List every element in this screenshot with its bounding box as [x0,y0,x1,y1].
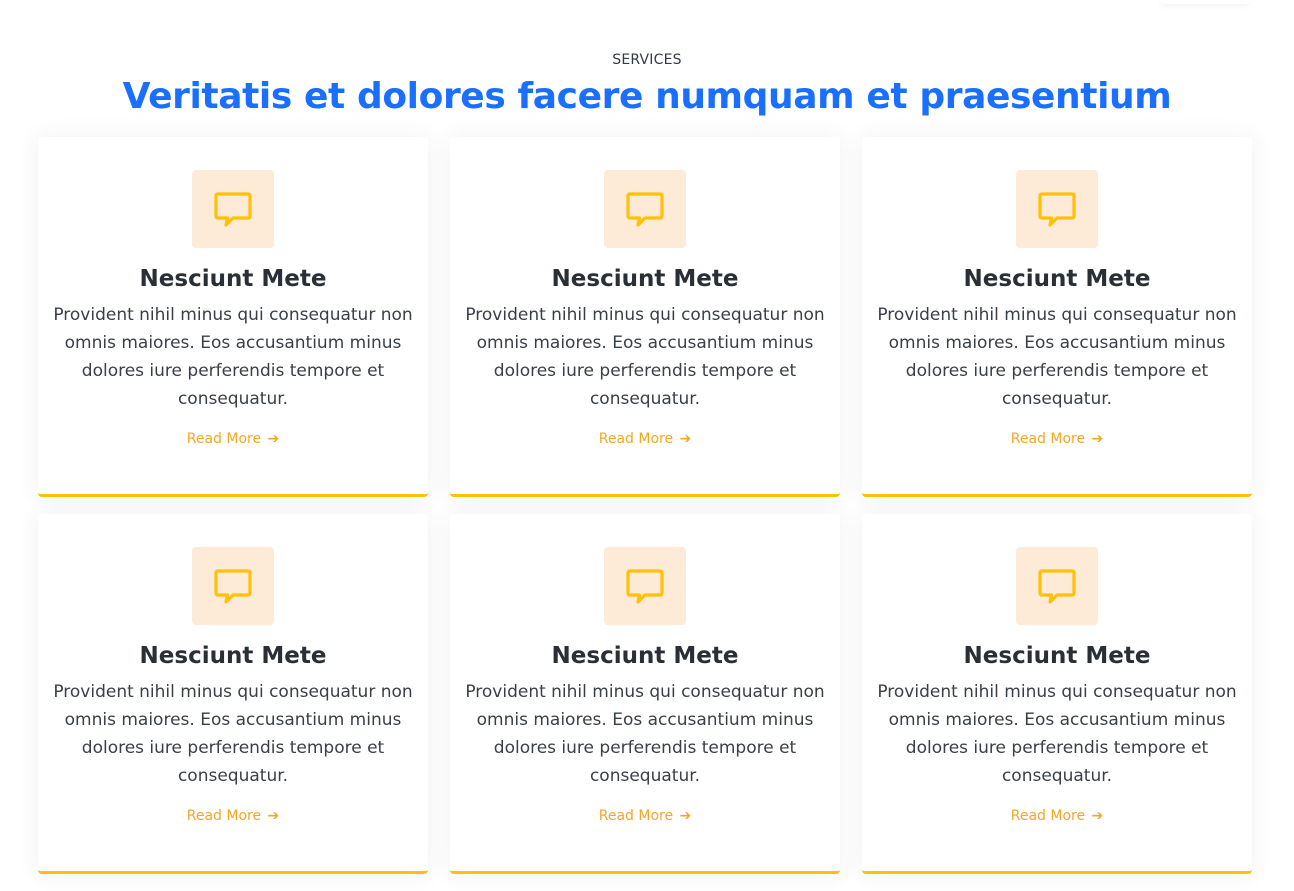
read-more-label: Read More [598,808,674,824]
service-icon-box [604,170,686,248]
service-card: Nesciunt Mete Provident nihil minus qui … [38,137,428,497]
service-title: Nesciunt Mete [139,266,327,292]
arrow-right-icon: ➔ [679,808,692,824]
service-icon-box [1016,547,1098,625]
service-card: Nesciunt Mete Provident nihil minus qui … [38,514,428,874]
service-description: Provident nihil minus qui consequatur no… [877,682,1237,786]
section-eyebrow: SERVICES [612,52,682,68]
read-more-label: Read More [1010,431,1086,447]
chat-bubble-icon [1038,569,1076,604]
service-card: Nesciunt Mete Provident nihil minus qui … [450,137,840,497]
service-icon-box [192,170,274,248]
service-description: Provident nihil minus qui consequatur no… [53,682,413,786]
read-more-link[interactable]: Read More ➔ [862,806,1252,826]
chat-bubble-icon [214,192,252,227]
service-description: Provident nihil minus qui consequatur no… [53,305,413,409]
service-title: Nesciunt Mete [551,266,739,292]
service-card: Nesciunt Mete Provident nihil minus qui … [862,137,1252,497]
read-more-label: Read More [1010,808,1086,824]
chat-bubble-icon [626,569,664,604]
section-header: SERVICES Veritatis et dolores facere num… [0,50,1294,119]
arrow-right-icon: ➔ [679,431,692,447]
arrow-right-icon: ➔ [1091,431,1104,447]
service-card: Nesciunt Mete Provident nihil minus qui … [862,514,1252,874]
read-more-link[interactable]: Read More ➔ [450,806,840,826]
read-more-label: Read More [186,808,262,824]
chat-bubble-icon [626,192,664,227]
chat-bubble-icon [214,569,252,604]
read-more-link[interactable]: Read More ➔ [862,429,1252,449]
service-title: Nesciunt Mete [551,643,739,669]
read-more-link[interactable]: Read More ➔ [38,429,428,449]
service-description: Provident nihil minus qui consequatur no… [465,305,825,409]
read-more-link[interactable]: Read More ➔ [38,806,428,826]
service-title: Nesciunt Mete [963,643,1151,669]
header-edge [1160,0,1250,4]
arrow-right-icon: ➔ [267,431,280,447]
service-icon-box [1016,170,1098,248]
section-headline: Veritatis et dolores facere numquam et p… [122,76,1172,117]
read-more-link[interactable]: Read More ➔ [450,429,840,449]
service-title: Nesciunt Mete [963,266,1151,292]
arrow-right-icon: ➔ [1091,808,1104,824]
service-icon-box [604,547,686,625]
service-card: Nesciunt Mete Provident nihil minus qui … [450,514,840,874]
read-more-label: Read More [598,431,674,447]
services-grid: Nesciunt Mete Provident nihil minus qui … [38,137,1253,874]
arrow-right-icon: ➔ [267,808,280,824]
service-description: Provident nihil minus qui consequatur no… [465,682,825,786]
service-icon-box [192,547,274,625]
service-description: Provident nihil minus qui consequatur no… [877,305,1237,409]
chat-bubble-icon [1038,192,1076,227]
read-more-label: Read More [186,431,262,447]
service-title: Nesciunt Mete [139,643,327,669]
